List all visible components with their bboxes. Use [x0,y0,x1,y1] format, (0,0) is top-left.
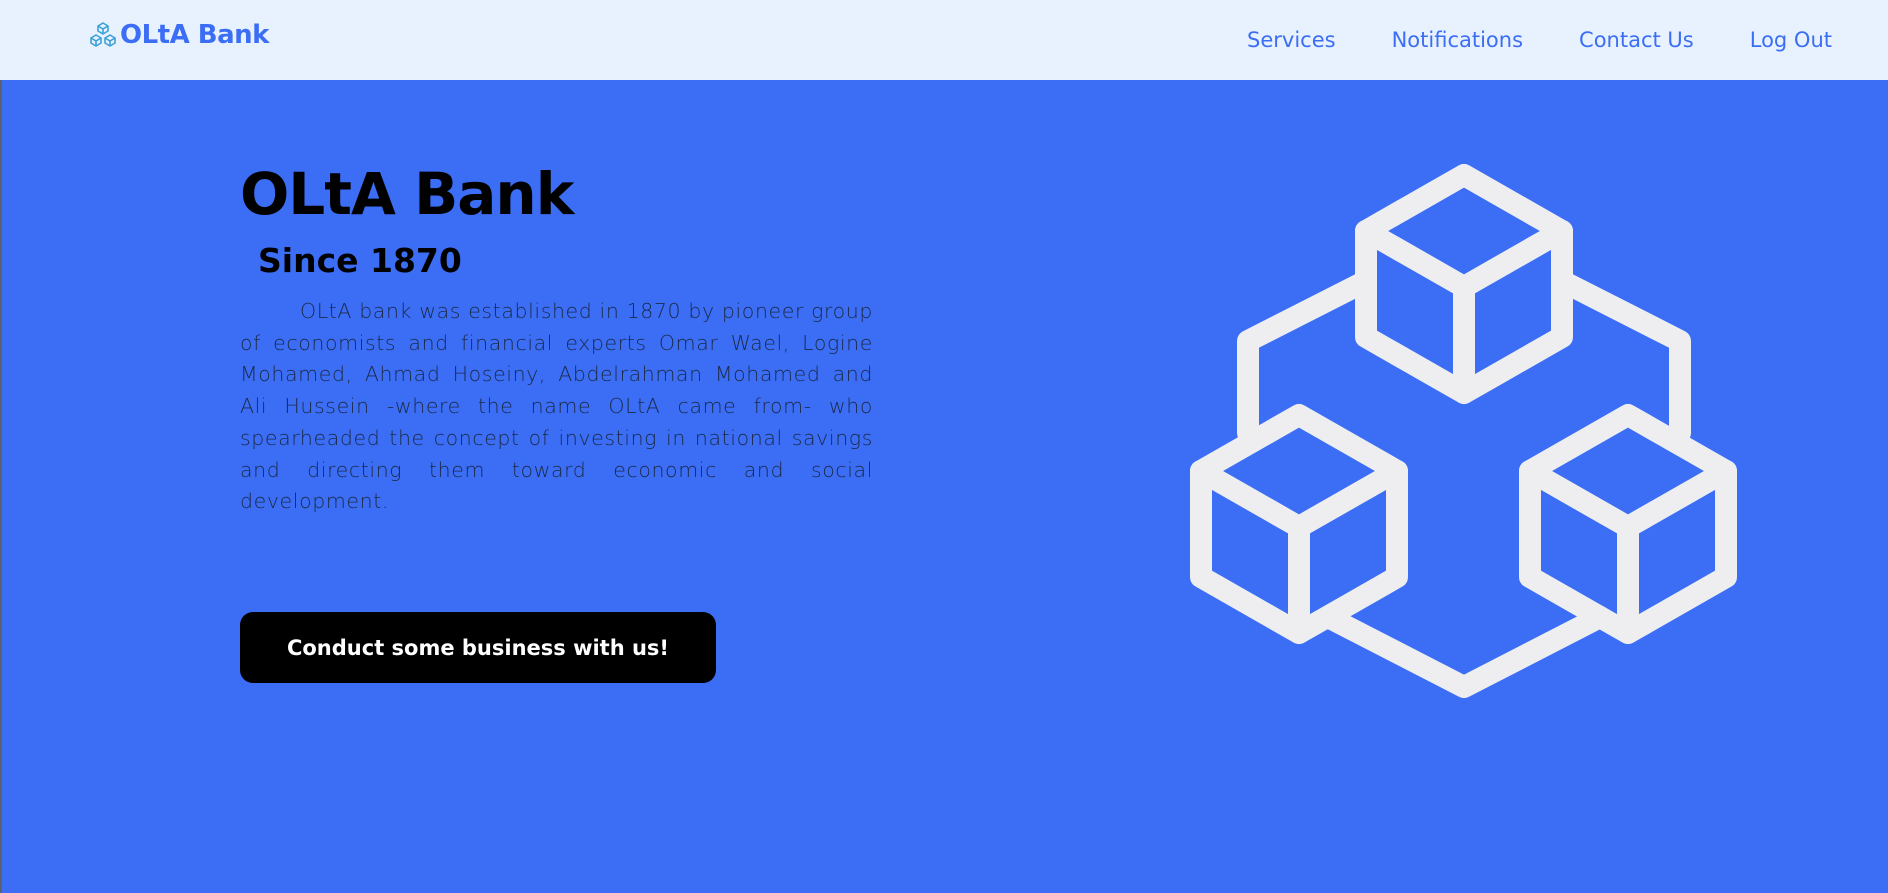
nav-link-notifications[interactable]: Notifications [1392,28,1523,52]
nav-link-services[interactable]: Services [1247,28,1336,52]
navbar: OLtA Bank Services Notifications Contact… [0,0,1888,80]
page-left-border [0,80,2,893]
cta-button[interactable]: Conduct some business with us! [240,612,716,683]
brand-logo[interactable]: OLtA Bank [88,20,269,50]
cubes-illustration [1190,164,1737,698]
nav-link-contact-us[interactable]: Contact Us [1579,28,1694,52]
hero-description: OLtA bank was established in 1870 by pio… [240,299,873,514]
cubes-icon [90,22,116,47]
hero-title: OLtA Bank [240,160,574,228]
brand-name: OLtA Bank [120,20,269,50]
hero-subtitle: Since 1870 [258,241,462,280]
nav-link-log-out[interactable]: Log Out [1750,28,1832,52]
nav-links: Services Notifications Contact Us Log Ou… [1247,0,1832,80]
